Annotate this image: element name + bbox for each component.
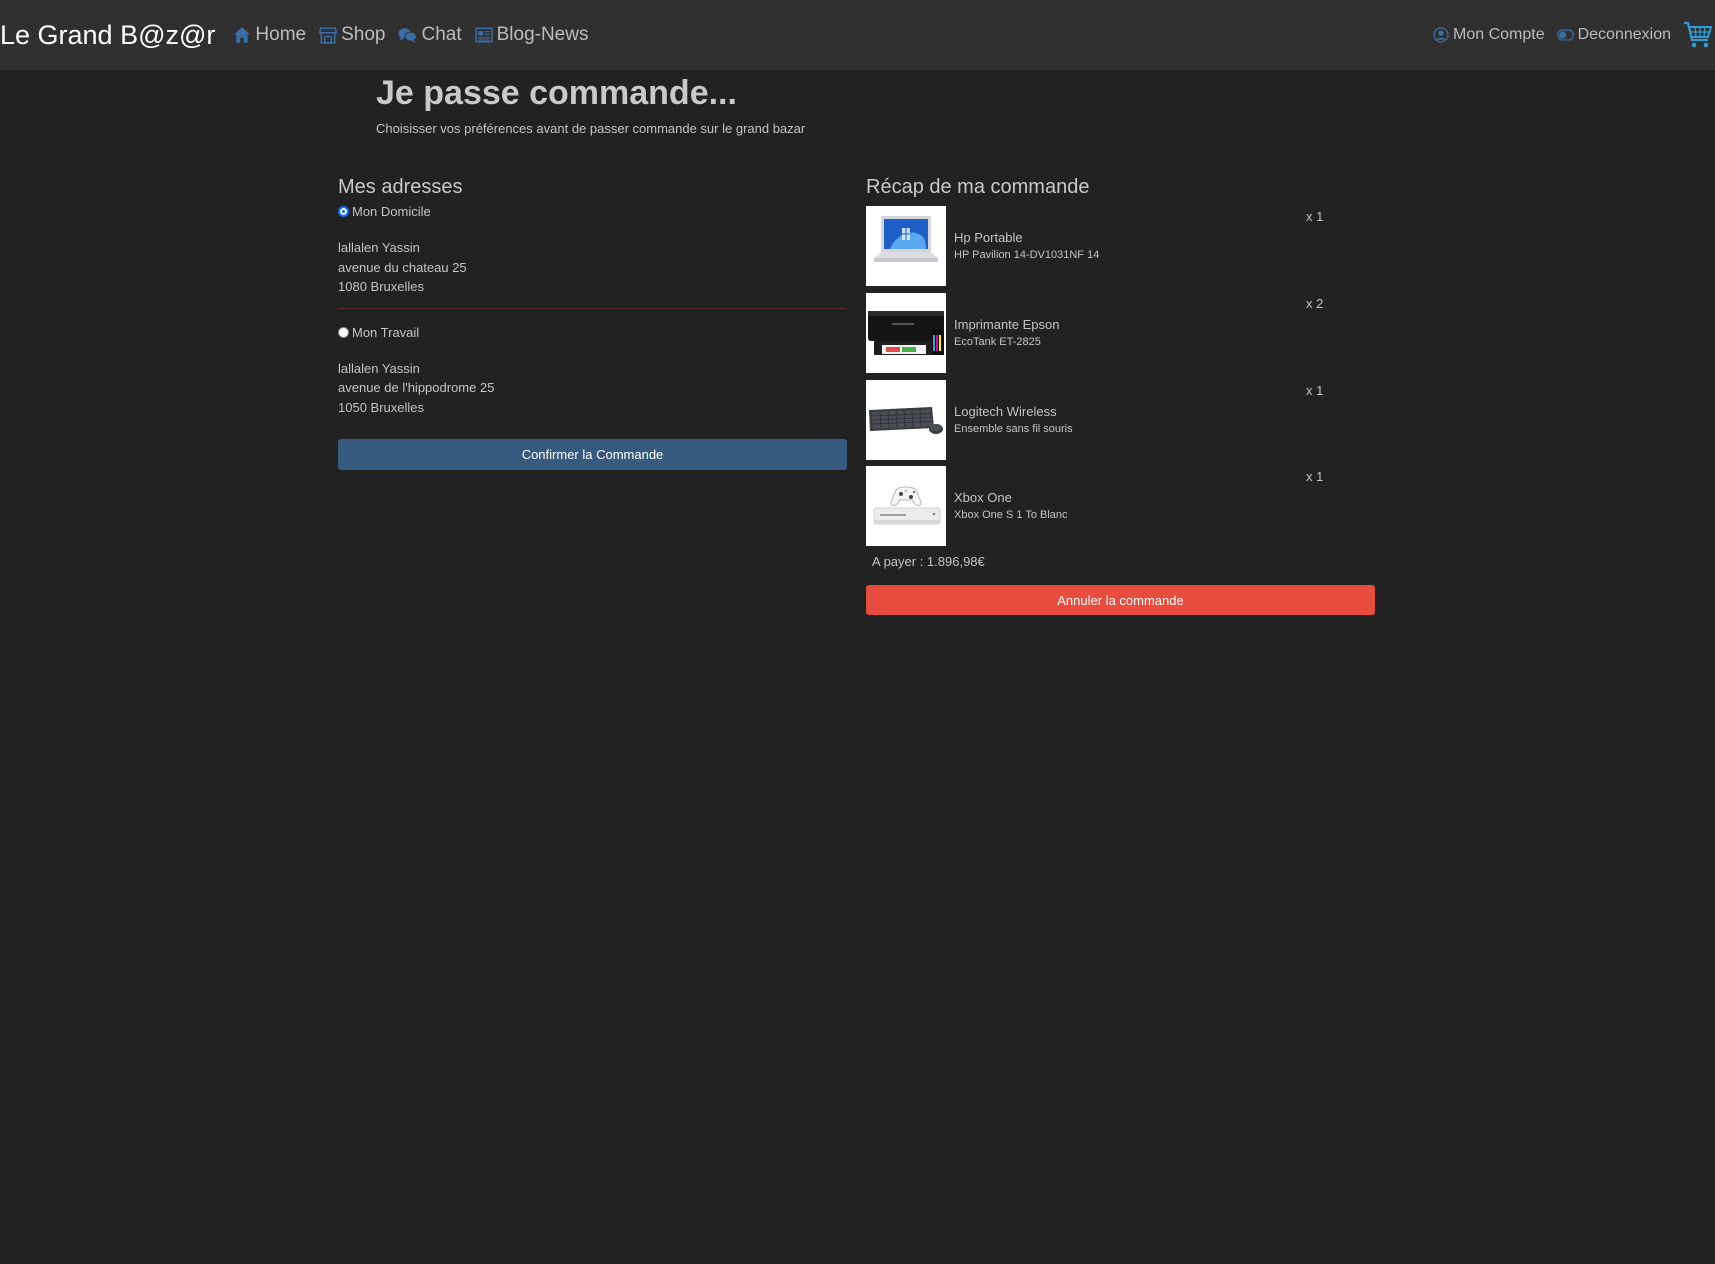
user-circle-icon <box>1433 27 1449 43</box>
nav-deconnexion[interactable]: Deconnexion <box>1556 26 1671 44</box>
product-image-printer <box>866 293 946 373</box>
chat-icon <box>398 28 418 43</box>
address-option: Mon Travail lallalen Yassin avenue de l'… <box>338 325 846 418</box>
product-image-console <box>866 466 946 546</box>
nav-chat-label: Chat <box>421 24 462 45</box>
order-item: Xbox One Xbox One S 1 To Blanc x 1 <box>866 466 1346 546</box>
address-name: lallalen Yassin <box>338 240 420 255</box>
item-description: Ensemble sans fil souris <box>954 423 1073 435</box>
cart-button[interactable] <box>1683 20 1713 50</box>
product-image-laptop <box>866 206 946 286</box>
item-name: Xbox One <box>954 490 1012 505</box>
address-label: Mon Domicile <box>352 204 431 219</box>
order-total: A payer : 1.896,98€ <box>872 554 985 569</box>
home-icon <box>234 27 251 43</box>
nav-shop[interactable]: Shop <box>319 24 385 46</box>
item-quantity: x 2 <box>1306 296 1324 311</box>
newspaper-icon <box>475 27 493 43</box>
address-divider <box>338 307 846 309</box>
confirm-order-button[interactable]: Confirmer la Commande <box>338 439 847 470</box>
cart-icon <box>1684 21 1713 48</box>
radio-button-checked[interactable] <box>338 206 349 217</box>
address-radio-domicile[interactable]: Mon Domicile <box>338 204 846 219</box>
address-radio-travail[interactable]: Mon Travail <box>338 325 846 340</box>
order-item: Hp Portable HP Pavilion 14-DV1031NF 14 x… <box>866 206 1346 286</box>
navbar: Le Grand B@z@r Home Shop Chat Blog-News … <box>0 0 1715 70</box>
nav-mon-compte-label: Mon Compte <box>1453 26 1545 43</box>
nav-mon-compte[interactable]: Mon Compte <box>1433 26 1545 44</box>
address-name: lallalen Yassin <box>338 360 420 376</box>
item-quantity: x 1 <box>1306 209 1324 224</box>
product-image-keyboard <box>866 380 946 460</box>
order-item: Imprimante Epson EcoTank ET-2825 x 2 <box>866 293 1346 373</box>
nav-blog-news-label: Blog-News <box>496 24 589 45</box>
item-description: Xbox One S 1 To Blanc <box>954 509 1068 521</box>
item-name: Logitech Wireless <box>954 404 1057 419</box>
nav-deconnexion-label: Deconnexion <box>1577 26 1671 43</box>
shop-icon <box>319 27 338 44</box>
recap-title: Récap de ma commande <box>866 176 1090 198</box>
item-name: Imprimante Epson <box>954 317 1060 332</box>
page-title: Je passe commande... <box>376 74 737 112</box>
brand-logo[interactable]: Le Grand B@z@r <box>0 20 215 51</box>
item-description: HP Pavilion 14-DV1031NF 14 <box>954 249 1100 261</box>
radio-button[interactable] <box>338 326 349 338</box>
addresses-title: Mes adresses <box>338 176 463 198</box>
address-street: avenue du chateau 25 <box>338 259 467 275</box>
address-city: 1080 Bruxelles <box>338 279 424 294</box>
nav-chat[interactable]: Chat <box>398 24 462 46</box>
address-street: avenue de l'hippodrome 25 <box>338 380 495 395</box>
cancel-order-button[interactable]: Annuler la commande <box>866 585 1375 615</box>
nav-blog-news[interactable]: Blog-News <box>475 24 589 46</box>
address-option: Mon Domicile lallalen Yassin avenue du c… <box>338 204 846 297</box>
item-name: Hp Portable <box>954 230 1023 245</box>
order-item: Logitech Wireless Ensemble sans fil sour… <box>866 380 1346 460</box>
nav-home[interactable]: Home <box>233 24 306 46</box>
address-details: lallalen Yassin avenue du chateau 25 108… <box>338 238 846 297</box>
item-quantity: x 1 <box>1306 469 1324 484</box>
address-city: 1050 Bruxelles <box>338 399 424 415</box>
address-label: Mon Travail <box>352 324 420 340</box>
address-details: lallalen Yassin avenue de l'hippodrome 2… <box>338 359 846 418</box>
page-subtitle: Choisisser vos préférences avant de pass… <box>376 121 806 136</box>
toggle-icon <box>1556 29 1574 41</box>
item-quantity: x 1 <box>1306 383 1324 398</box>
navbar-right: Mon Compte Deconnexion <box>1433 0 1715 70</box>
nav-shop-label: Shop <box>341 24 386 45</box>
addresses-section: Mes adresses Mon Domicile lallalen Yassi… <box>338 176 846 417</box>
item-description: EcoTank ET-2825 <box>954 336 1041 348</box>
nav-home-label: Home <box>255 24 307 45</box>
